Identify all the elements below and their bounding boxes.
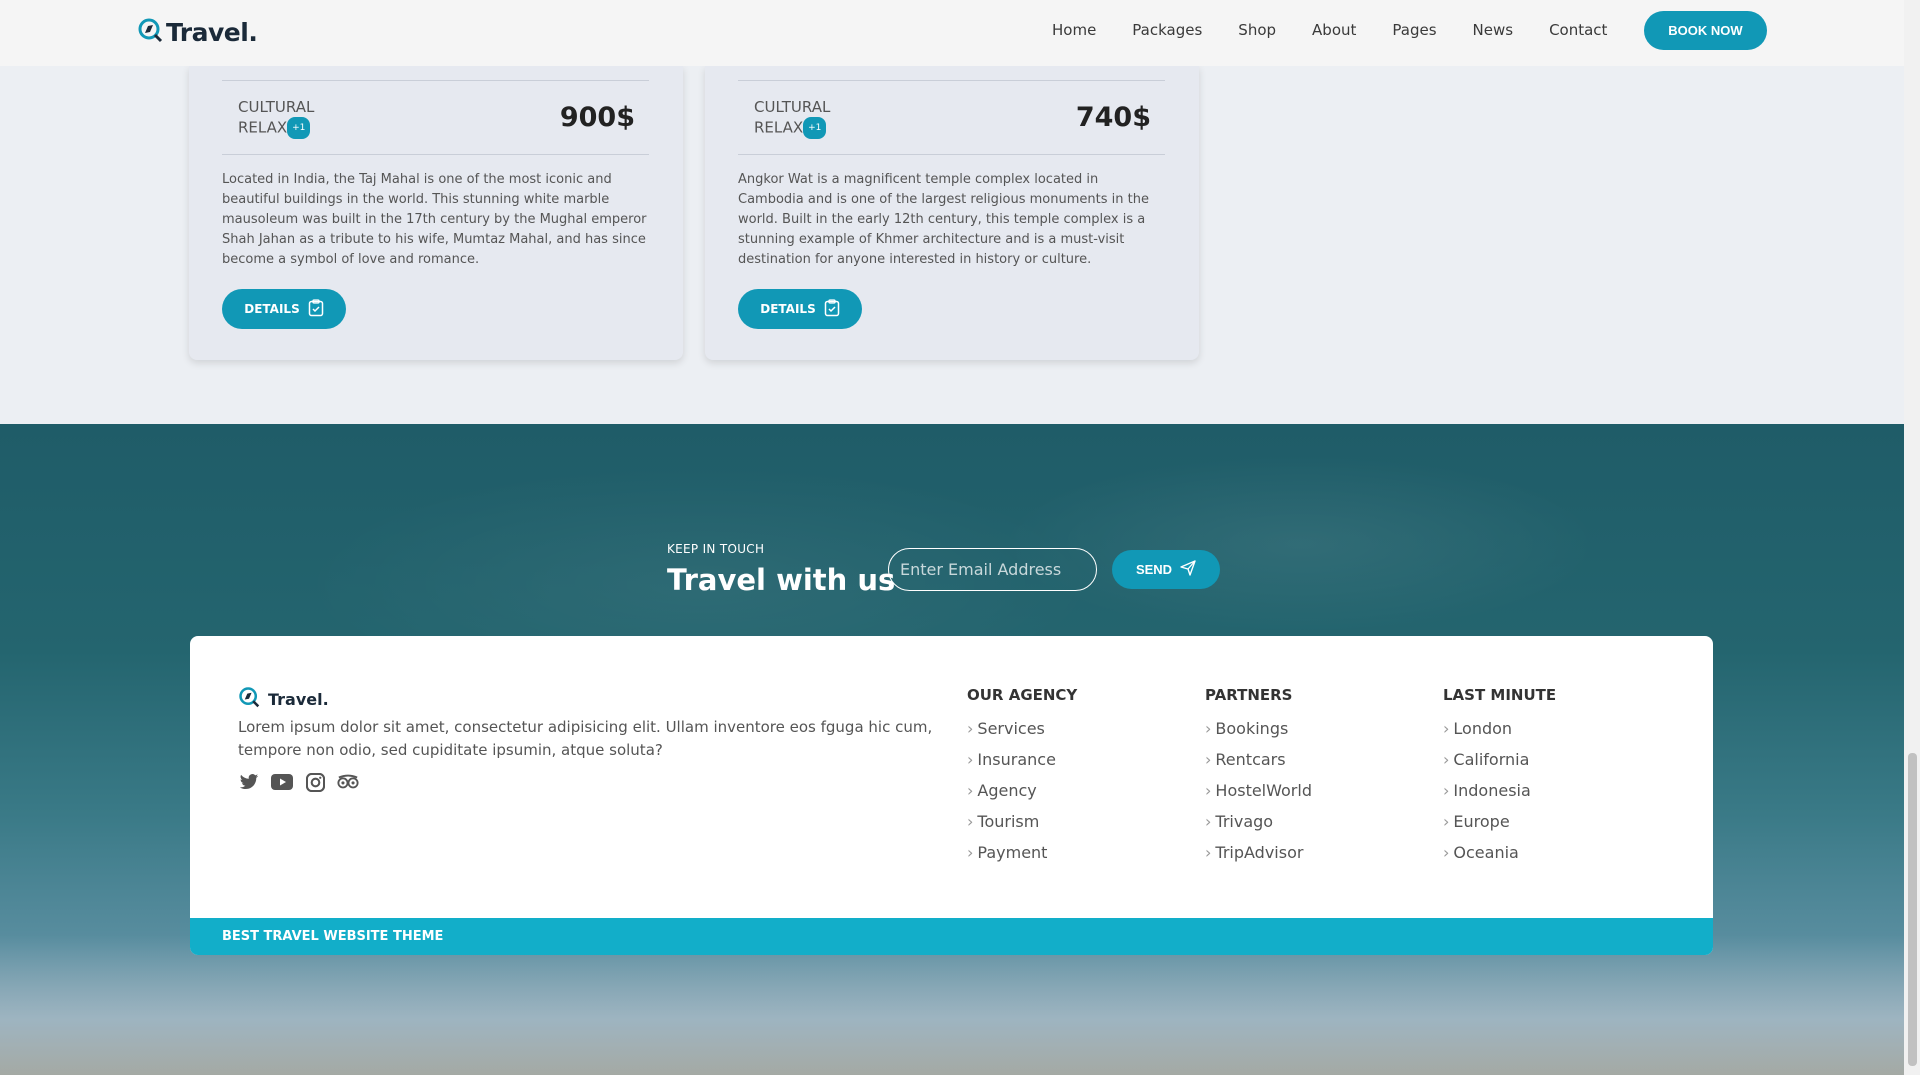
- footer-description: Lorem ipsum dolor sit amet, consectetur …: [238, 718, 933, 759]
- newsletter-title: Travel with us: [667, 563, 896, 597]
- compass-icon: [137, 17, 163, 47]
- nav-packages[interactable]: Packages: [1132, 21, 1202, 39]
- details-label: DETAILS: [760, 302, 816, 316]
- divider: [738, 80, 1165, 81]
- package-card: CULTURAL RELAX +1 900$ Located in India, …: [189, 66, 683, 360]
- package-price: 900$: [559, 102, 635, 133]
- column-title: LAST MINUTE: [1443, 686, 1557, 704]
- paper-plane-icon: [1180, 560, 1196, 579]
- footer-link[interactable]: Rentcars: [1205, 750, 1312, 769]
- tag-label: CULTURAL: [754, 98, 831, 116]
- tag-label: RELAX: [238, 118, 288, 137]
- footer-link[interactable]: Oceania: [1443, 843, 1556, 862]
- divider: [222, 80, 649, 81]
- divider: [222, 154, 649, 155]
- newsletter-kicker: KEEP IN TOUCH: [667, 542, 765, 556]
- clipboard-check-icon: [308, 298, 324, 320]
- tag-count-badge[interactable]: +1: [803, 117, 827, 139]
- footer-logo-text: Travel.: [268, 689, 329, 709]
- column-title: PARTNERS: [1205, 686, 1293, 704]
- compass-icon: [238, 686, 260, 712]
- tag-count-badge[interactable]: +1: [287, 117, 311, 139]
- details-button[interactable]: DETAILS: [222, 289, 346, 329]
- package-price: 740$: [1075, 102, 1151, 133]
- main-nav: Home Packages Shop About Pages News Cont…: [1052, 21, 1643, 39]
- footer-link[interactable]: TripAdvisor: [1205, 843, 1312, 862]
- footer-link[interactable]: Tourism: [967, 812, 1077, 831]
- package-tags: CULTURAL RELAX +1: [238, 97, 314, 139]
- package-description: Located in India, the Taj Mahal is one o…: [222, 172, 647, 267]
- logo-text: Travel.: [166, 17, 258, 47]
- package-description: Angkor Wat is a magnificent temple compl…: [738, 172, 1149, 267]
- clipboard-check-icon: [824, 298, 840, 320]
- book-now-button[interactable]: BOOK NOW: [1644, 11, 1767, 50]
- send-button[interactable]: SEND: [1112, 550, 1220, 589]
- nav-home[interactable]: Home: [1052, 21, 1096, 39]
- send-label: SEND: [1135, 562, 1173, 577]
- footer-bar-text: BEST TRAVEL WEBSITE THEME: [222, 929, 444, 944]
- nav-about[interactable]: About: [1312, 21, 1356, 39]
- twitter-icon[interactable]: [238, 771, 260, 793]
- scrollbar-thumb[interactable]: [1908, 753, 1917, 1066]
- nav-contact[interactable]: Contact: [1549, 21, 1607, 39]
- youtube-icon[interactable]: [271, 771, 293, 793]
- tag-label: CULTURAL: [238, 98, 315, 116]
- nav-shop[interactable]: Shop: [1238, 21, 1276, 39]
- footer-link[interactable]: Indonesia: [1443, 781, 1556, 800]
- footer-link[interactable]: Bookings: [1205, 719, 1312, 738]
- footer-column-partners: PARTNERS Bookings Rentcars HostelWorld T…: [1205, 686, 1312, 874]
- email-input[interactable]: [888, 548, 1097, 591]
- package-card: CULTURAL RELAX +1 740$ Angkor Wat is a ma…: [705, 66, 1199, 360]
- page-scrollbar[interactable]: [1904, 0, 1920, 1075]
- footer-link[interactable]: London: [1443, 719, 1556, 738]
- nav-pages[interactable]: Pages: [1392, 21, 1436, 39]
- nav-news[interactable]: News: [1473, 21, 1514, 39]
- tag-label: RELAX: [754, 118, 804, 137]
- footer-column-agency: OUR AGENCY Services Insurance Agency Tou…: [967, 686, 1077, 874]
- shore-foam: [0, 935, 1904, 1075]
- instagram-icon[interactable]: [304, 771, 326, 793]
- divider: [738, 154, 1165, 155]
- footer-link[interactable]: Payment: [967, 843, 1077, 862]
- package-tags: CULTURAL RELAX +1: [754, 97, 830, 139]
- details-label: DETAILS: [244, 302, 300, 316]
- footer-column-last-minute: LAST MINUTE London California Indonesia …: [1443, 686, 1556, 874]
- footer-logo[interactable]: Travel.: [238, 686, 329, 712]
- footer-link[interactable]: Insurance: [967, 750, 1077, 769]
- details-button[interactable]: DETAILS: [738, 289, 862, 329]
- footer-panel: Travel. Lorem ipsum dolor sit amet, cons…: [190, 636, 1713, 955]
- social-links: [238, 771, 359, 793]
- footer-link[interactable]: Services: [967, 719, 1077, 738]
- footer-link[interactable]: California: [1443, 750, 1556, 769]
- footer-bar: BEST TRAVEL WEBSITE THEME: [190, 918, 1713, 955]
- tripadvisor-icon[interactable]: [337, 771, 359, 793]
- footer-link[interactable]: Trivago: [1205, 812, 1312, 831]
- site-header: Travel. Home Packages Shop About Pages N…: [0, 0, 1904, 66]
- site-logo[interactable]: Travel.: [137, 17, 258, 47]
- footer-link[interactable]: Agency: [967, 781, 1077, 800]
- column-title: OUR AGENCY: [967, 686, 1078, 704]
- footer-link[interactable]: HostelWorld: [1205, 781, 1312, 800]
- footer-link[interactable]: Europe: [1443, 812, 1556, 831]
